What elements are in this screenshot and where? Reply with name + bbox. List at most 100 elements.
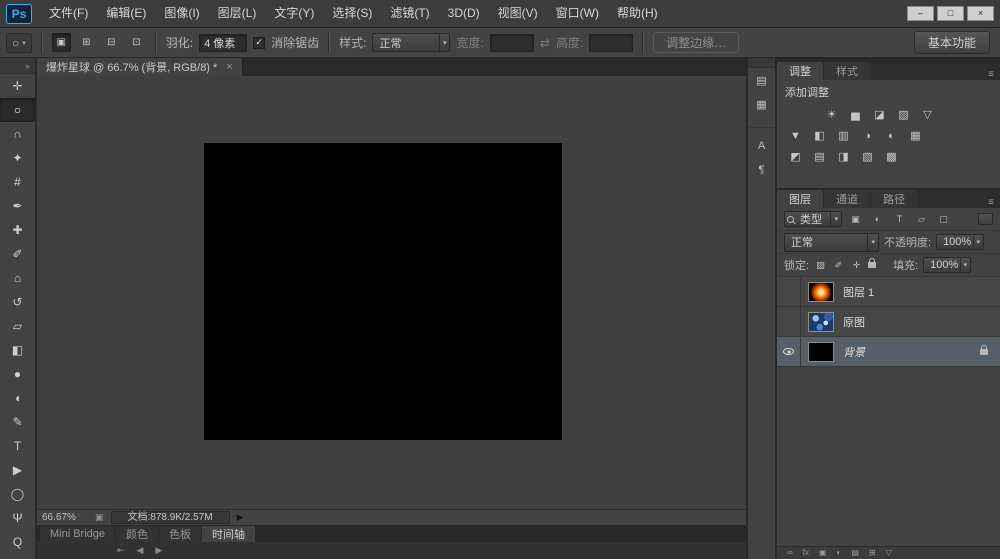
selective-color-icon[interactable]: ▩ [881, 147, 902, 166]
hand-tool[interactable]: Ψ [0, 506, 35, 530]
previous-frame-icon[interactable]: ◀ [137, 545, 144, 556]
layer-thumbnail[interactable] [808, 282, 834, 302]
menu-edit[interactable]: 编辑(E) [97, 0, 155, 27]
dodge-tool[interactable]: ◖ [0, 386, 35, 410]
close-button[interactable]: × [967, 6, 994, 21]
channel-mixer-icon[interactable]: ◐ [881, 126, 902, 145]
exposure-icon[interactable]: ▨ [893, 105, 914, 124]
history-panel-button[interactable]: ▤ [748, 68, 775, 92]
menu-help[interactable]: 帮助(H) [608, 0, 667, 27]
intersect-selection-button[interactable]: ⊡ [127, 33, 146, 52]
layer-name[interactable]: 背景 [843, 344, 865, 360]
tab-styles[interactable]: 样式 [824, 62, 870, 80]
tab-swatches[interactable]: 色板 [159, 526, 201, 542]
paragraph-panel-button[interactable]: ¶ [748, 158, 775, 182]
opacity-select[interactable]: 100% ▾ [936, 234, 984, 250]
clone-stamp-tool[interactable]: ⌂ [0, 266, 35, 290]
refine-edge-button[interactable]: 调整边缘… [653, 32, 739, 53]
menu-select[interactable]: 选择(S) [323, 0, 381, 27]
visibility-toggle[interactable] [777, 277, 801, 306]
menu-view[interactable]: 视图(V) [489, 0, 547, 27]
layer-mask-icon[interactable]: ▣ [819, 548, 827, 557]
menu-file[interactable]: 文件(F) [40, 0, 97, 27]
history-brush-tool[interactable]: ↺ [0, 290, 35, 314]
filter-type-layers-icon[interactable]: T [891, 212, 908, 227]
visibility-toggle[interactable] [777, 337, 801, 366]
document-tab[interactable]: 爆炸星球 @ 66.7% (背景, RGB/8) * × [37, 58, 243, 76]
layer-row-layer1[interactable]: 图层 1 [777, 277, 1000, 307]
blend-mode-select[interactable]: 正常 ▾ [784, 233, 879, 252]
color-balance-icon[interactable]: ◧ [809, 126, 830, 145]
tab-mini-bridge[interactable]: Mini Bridge [40, 526, 115, 542]
link-layers-icon[interactable]: ∞ [787, 548, 793, 557]
filter-on-off-toggle[interactable] [978, 213, 993, 225]
style-select[interactable]: 正常 ▾ [372, 33, 450, 52]
photo-filter-icon[interactable]: ◑ [857, 126, 878, 145]
path-selection-tool[interactable]: ▶ [0, 458, 35, 482]
eyedropper-tool[interactable]: ✒ [0, 194, 35, 218]
ellipse-marquee-tool[interactable]: ○ [0, 98, 35, 122]
delete-layer-icon[interactable]: ▽ [886, 548, 892, 557]
zoom-level-field[interactable]: 66.67% [42, 512, 88, 523]
swap-dimensions-icon[interactable]: ⇄ [540, 36, 550, 50]
document-canvas[interactable] [204, 143, 562, 440]
strip-header[interactable] [748, 58, 775, 68]
brush-tool[interactable]: ✐ [0, 242, 35, 266]
layer-row-background[interactable]: 背景 [777, 337, 1000, 367]
hue-saturation-icon[interactable]: ▼ [785, 126, 806, 145]
healing-brush-tool[interactable]: ✚ [0, 218, 35, 242]
invert-icon[interactable]: ◩ [785, 147, 806, 166]
layer-style-icon[interactable]: fx [803, 548, 809, 557]
menu-layer[interactable]: 图层(L) [209, 0, 266, 27]
tool-preset-picker[interactable]: ○ ▾ [6, 33, 32, 53]
lasso-tool[interactable]: ∩ [0, 122, 35, 146]
menu-window[interactable]: 窗口(W) [547, 0, 608, 27]
panel-menu-icon[interactable]: ≡ [982, 69, 1000, 80]
width-input[interactable] [490, 34, 534, 52]
go-to-start-icon[interactable]: ⇤ [117, 545, 125, 556]
play-icon[interactable]: ▶ [155, 545, 162, 556]
filter-shape-layers-icon[interactable]: ▱ [913, 212, 930, 227]
lock-all-icon[interactable] [868, 262, 876, 268]
layer-name[interactable]: 图层 1 [843, 284, 874, 300]
move-tool[interactable]: ✛ [0, 74, 35, 98]
brightness-contrast-icon[interactable]: ☀ [821, 105, 842, 124]
new-selection-button[interactable]: ▣ [52, 33, 71, 52]
layer-name[interactable]: 原图 [843, 314, 865, 330]
adjustment-layer-icon[interactable]: ◐ [837, 548, 842, 557]
quick-selection-tool[interactable]: ✦ [0, 146, 35, 170]
lock-transparent-pixels-icon[interactable]: ▨ [814, 260, 827, 271]
ellipse-shape-tool[interactable]: ◯ [0, 482, 35, 506]
new-layer-icon[interactable]: ⊞ [869, 548, 876, 557]
zoom-tool[interactable]: Q [0, 530, 35, 554]
tools-panel-collapse[interactable]: » [0, 58, 35, 74]
type-tool[interactable]: T [0, 434, 35, 458]
blur-tool[interactable]: ● [0, 362, 35, 386]
brush-presets-panel-button[interactable]: ▦ [748, 92, 775, 116]
menu-image[interactable]: 图像(I) [155, 0, 208, 27]
threshold-icon[interactable]: ◨ [833, 147, 854, 166]
document-size-info[interactable]: 文档:878.9K/2.57M [111, 511, 230, 524]
filter-smart-objects-icon[interactable]: ▢ [935, 212, 952, 227]
layer-filter-select[interactable]: 类型 ▾ [784, 211, 842, 227]
maximize-button[interactable]: □ [937, 6, 964, 21]
tab-paths[interactable]: 路径 [871, 190, 917, 208]
fill-select[interactable]: 100% ▾ [923, 257, 971, 273]
lock-image-pixels-icon[interactable]: ✐ [832, 260, 845, 271]
tab-timeline[interactable]: 时间轴 [202, 526, 255, 542]
menu-filter[interactable]: 滤镜(T) [381, 0, 438, 27]
crop-tool[interactable]: # [0, 170, 35, 194]
tab-layers[interactable]: 图层 [777, 190, 823, 208]
subtract-from-selection-button[interactable]: ⊟ [102, 33, 121, 52]
height-input[interactable] [589, 34, 633, 52]
close-icon[interactable]: × [226, 61, 232, 73]
eraser-tool[interactable]: ▱ [0, 314, 35, 338]
pen-tool[interactable]: ✎ [0, 410, 35, 434]
menu-3d[interactable]: 3D(D) [439, 0, 489, 27]
color-lookup-icon[interactable]: ▦ [905, 126, 926, 145]
tab-color[interactable]: 颜色 [116, 526, 158, 542]
lock-position-icon[interactable]: ✛ [850, 260, 863, 271]
filter-adjustment-layers-icon[interactable]: ◐ [869, 212, 886, 227]
status-arrow-icon[interactable]: ▶ [237, 512, 244, 523]
filter-pixel-layers-icon[interactable]: ▣ [847, 212, 864, 227]
